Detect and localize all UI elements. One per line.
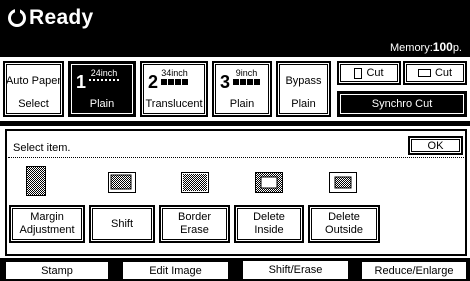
- status-title: Ready: [8, 3, 94, 33]
- memory-value: 100: [432, 40, 453, 54]
- shift-button[interactable]: Shift: [89, 205, 155, 243]
- auto-paper-sublabel: Select: [18, 98, 49, 110]
- panel-separator: [8, 157, 464, 158]
- cut-button-2[interactable]: Cut: [403, 61, 467, 85]
- auto-paper-select-button[interactable]: Auto Paper Select: [3, 61, 64, 117]
- status-text: Ready: [29, 6, 94, 29]
- synchro-cut-button[interactable]: Synchro Cut: [337, 91, 467, 117]
- margin-adjustment-button[interactable]: Margin Adjustment: [9, 205, 85, 243]
- tray-1-number: 1: [76, 72, 87, 92]
- select-item-prompt: Select item.: [13, 142, 71, 154]
- tray-2-type: Translucent: [145, 98, 203, 110]
- tray-3-number: 3: [220, 72, 231, 92]
- memory-unit: p.: [452, 42, 462, 54]
- tray-3-type: Plain: [229, 98, 255, 110]
- cut-portrait-icon: [354, 67, 363, 79]
- tray-2-button[interactable]: 2 34inch Translucent: [140, 61, 208, 117]
- delete-inside-icon: [255, 172, 283, 193]
- tray-1-size: 24inch: [90, 68, 118, 78]
- tray-3-button[interactable]: 3 9inch Plain: [212, 61, 272, 117]
- delete-outside-button[interactable]: Delete Outside: [308, 205, 380, 243]
- memory-label: Memory:: [390, 42, 433, 54]
- ok-button[interactable]: OK: [408, 136, 463, 155]
- tray-1-type: Plain: [89, 98, 115, 110]
- cut-button-1[interactable]: Cut: [337, 61, 401, 85]
- title-bar: Ready Memory:100p.: [0, 0, 470, 57]
- cut-2-label: Cut: [434, 67, 453, 79]
- tray-3-size: 9inch: [235, 68, 258, 78]
- border-erase-button[interactable]: Border Erase: [159, 205, 230, 243]
- tray-1-button[interactable]: 1 24inch Plain: [68, 61, 136, 117]
- tray-2-level-icon: [161, 79, 189, 85]
- cut-1-label: Cut: [366, 67, 384, 79]
- bypass-label: Bypass: [285, 75, 322, 87]
- tray-3-level-icon: [233, 79, 261, 85]
- bypass-tray-button[interactable]: Bypass Plain: [276, 61, 331, 117]
- tab-reduce-enlarge[interactable]: Reduce/Enlarge: [361, 261, 467, 280]
- section-divider: [0, 121, 470, 126]
- cut-landscape-icon: [417, 69, 431, 77]
- tab-shift-erase[interactable]: Shift/Erase: [242, 260, 349, 280]
- tab-edit-image[interactable]: Edit Image: [122, 261, 229, 280]
- memory-readout: Memory:100p.: [390, 40, 462, 54]
- margin-adjustment-icon: [26, 166, 46, 196]
- auto-paper-label: Auto Paper: [5, 75, 62, 87]
- power-ring-icon: [8, 7, 26, 27]
- tab-stamp[interactable]: Stamp: [5, 261, 109, 280]
- delete-outside-icon: [329, 172, 357, 193]
- delete-inside-button[interactable]: Delete Inside: [234, 205, 304, 243]
- bypass-type: Plain: [291, 98, 316, 110]
- border-erase-icon: [181, 172, 209, 193]
- tray-1-level-icon: [89, 79, 120, 85]
- shift-icon: [108, 172, 136, 193]
- tray-2-number: 2: [148, 72, 159, 92]
- tray-2-size: 34inch: [161, 68, 188, 78]
